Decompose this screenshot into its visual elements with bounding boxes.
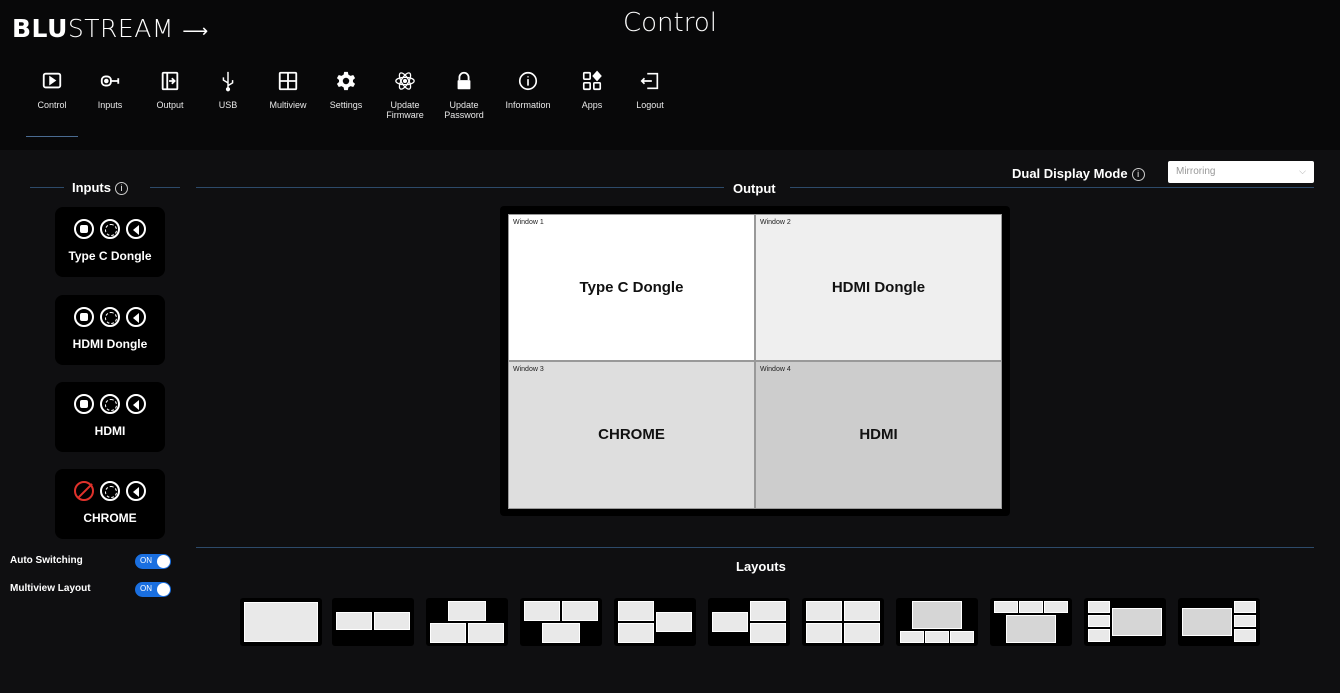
- layout-option-1[interactable]: [240, 598, 322, 646]
- gear-icon: [316, 66, 376, 96]
- multiview-layout-row: Multiview Layout: [10, 583, 91, 594]
- nav-logout[interactable]: Logout: [620, 66, 680, 110]
- blocked-icon[interactable]: [74, 481, 94, 501]
- stop-button[interactable]: [74, 307, 94, 327]
- layout-option-10[interactable]: [1084, 598, 1166, 646]
- logout-icon: [620, 66, 680, 96]
- lock-icon: [434, 66, 494, 96]
- nav-settings[interactable]: Settings: [316, 66, 376, 110]
- inputs-heading: Inputs i: [72, 180, 128, 195]
- volume-button[interactable]: [126, 394, 146, 414]
- nav-apps[interactable]: Apps: [562, 66, 622, 110]
- layout-option-3[interactable]: [426, 598, 508, 646]
- input-name: HDMI: [94, 424, 126, 438]
- layout-option-9[interactable]: [990, 598, 1072, 646]
- layouts-heading: Layouts: [736, 559, 786, 574]
- nav-update-password[interactable]: Update Password: [434, 66, 494, 120]
- input-card-hdmi[interactable]: HDMI: [55, 382, 165, 452]
- input-name: HDMI Dongle: [72, 337, 148, 351]
- atom-icon: [375, 66, 435, 96]
- fullscreen-button[interactable]: [100, 219, 120, 239]
- volume-button[interactable]: [126, 481, 146, 501]
- output-window-4[interactable]: Window 4 HDMI: [755, 361, 1002, 509]
- dual-display-mode-label: Dual Display Mode i: [1012, 166, 1145, 181]
- output-icon: [140, 66, 200, 96]
- apps-icon: [562, 66, 622, 96]
- play-screen-icon: [22, 66, 82, 96]
- auto-switching-row: Auto Switching: [10, 555, 83, 566]
- output-window-2[interactable]: Window 2 HDMI Dongle: [755, 214, 1002, 361]
- fullscreen-button[interactable]: [100, 307, 120, 327]
- nav-usb[interactable]: USB: [198, 66, 258, 110]
- nav-inputs[interactable]: Inputs: [80, 66, 140, 110]
- layout-option-2[interactable]: [332, 598, 414, 646]
- fullscreen-button[interactable]: [100, 394, 120, 414]
- volume-button[interactable]: [126, 307, 146, 327]
- nav-multiview[interactable]: Multiview: [258, 66, 318, 110]
- top-bar: BLUSTREAM ⟶ Control Control Inputs Outpu…: [0, 0, 1340, 150]
- input-connector-icon: [80, 66, 140, 96]
- stop-button[interactable]: [74, 219, 94, 239]
- inputs-divider-left: [30, 187, 64, 188]
- multiview-layout-toggle[interactable]: ON: [135, 582, 171, 597]
- output-window-3[interactable]: Window 3 CHROME: [508, 361, 755, 509]
- nav-control[interactable]: Control: [22, 66, 82, 137]
- nav-update-firmware[interactable]: Update Firmware: [375, 66, 435, 120]
- inputs-divider-right: [150, 187, 180, 188]
- layouts-divider: [196, 547, 1314, 548]
- input-card-hdmi-dongle[interactable]: HDMI Dongle: [55, 295, 165, 365]
- info-icon[interactable]: i: [115, 182, 128, 195]
- layout-option-8[interactable]: [896, 598, 978, 646]
- chevron-down-icon: ⌵: [1299, 166, 1306, 176]
- output-divider-left: [196, 187, 724, 188]
- layout-option-5[interactable]: [614, 598, 696, 646]
- multiview-grid-icon: [258, 66, 318, 96]
- input-name: Type C Dongle: [68, 249, 152, 263]
- layout-option-7[interactable]: [802, 598, 884, 646]
- layout-option-11[interactable]: [1178, 598, 1260, 646]
- input-name: CHROME: [83, 511, 137, 525]
- volume-button[interactable]: [126, 219, 146, 239]
- usb-icon: [198, 66, 258, 96]
- auto-switching-toggle[interactable]: ON: [135, 554, 171, 569]
- page-title: Control: [623, 8, 717, 38]
- layout-option-6[interactable]: [708, 598, 790, 646]
- stop-button[interactable]: [74, 394, 94, 414]
- nav-output[interactable]: Output: [140, 66, 200, 110]
- output-preview: Window 1 Type C Dongle Window 2 HDMI Don…: [500, 206, 1010, 516]
- output-divider-right: [790, 187, 1314, 188]
- info-icon: [498, 66, 558, 96]
- info-icon[interactable]: i: [1131, 168, 1145, 181]
- fullscreen-button[interactable]: [100, 481, 120, 501]
- output-heading: Output: [733, 181, 776, 196]
- output-window-1[interactable]: Window 1 Type C Dongle: [508, 214, 755, 361]
- dual-display-mode-select[interactable]: Mirroring ⌵: [1168, 161, 1314, 183]
- nav-information[interactable]: Information: [498, 66, 558, 110]
- input-card-chrome[interactable]: CHROME: [55, 469, 165, 539]
- layout-option-4[interactable]: [520, 598, 602, 646]
- input-card-type-c-dongle[interactable]: Type C Dongle: [55, 207, 165, 277]
